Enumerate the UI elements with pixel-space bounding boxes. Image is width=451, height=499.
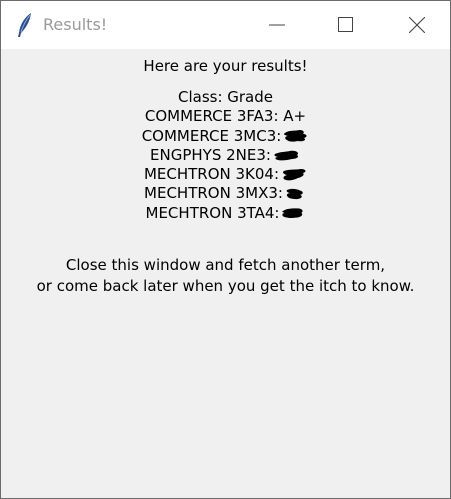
result-row: MECHTRON 3TA4: [1,204,450,223]
redaction-mark [282,208,304,219]
window-title: Results! [43,15,108,34]
maximize-button[interactable] [323,1,369,49]
result-label: MECHTRON 3K04: [143,165,280,184]
result-row: MECHTRON 3MX3: [1,184,450,203]
footer-line-2: or come back later when you get the itch… [36,277,415,295]
feather-icon [18,13,31,37]
content-area: Here are your results! Class: Grade COMM… [1,49,450,498]
result-row: COMMERCE 3MC3: [1,127,450,146]
minimize-button[interactable] [254,1,300,49]
redaction-mark [286,188,303,200]
result-label: COMMERCE 3FA3: A+ [144,107,307,126]
redaction-mark [283,168,306,181]
redaction-mark [274,150,299,160]
minimize-icon [269,24,285,26]
results-list: Class: Grade COMMERCE 3FA3: A+ COMMERCE … [1,88,450,223]
title-bar[interactable]: Results! [1,1,450,49]
footer-message: Close this window and fetch another term… [1,255,450,297]
column-header: Class: Grade [1,88,450,107]
result-row: MECHTRON 3K04: [1,165,450,184]
redaction-mark [284,130,307,142]
result-label: COMMERCE 3MC3: [141,126,282,145]
result-label: MECHTRON 3MX3: [144,184,283,203]
result-row: ENGPHYS 2NE3: [1,146,450,165]
results-heading: Here are your results! [143,57,308,75]
footer-line-1: Close this window and fetch another term… [65,256,386,274]
results-window: Results! Here are your results! Class: G… [0,0,451,499]
column-header-label: Class: Grade [177,88,274,106]
result-label: MECHTRON 3TA4: [145,203,280,222]
close-button[interactable] [394,1,440,49]
close-icon [409,17,425,33]
result-row: COMMERCE 3FA3: A+ [1,107,450,126]
maximize-icon [338,17,353,32]
result-label: ENGPHYS 2NE3: [150,145,271,164]
